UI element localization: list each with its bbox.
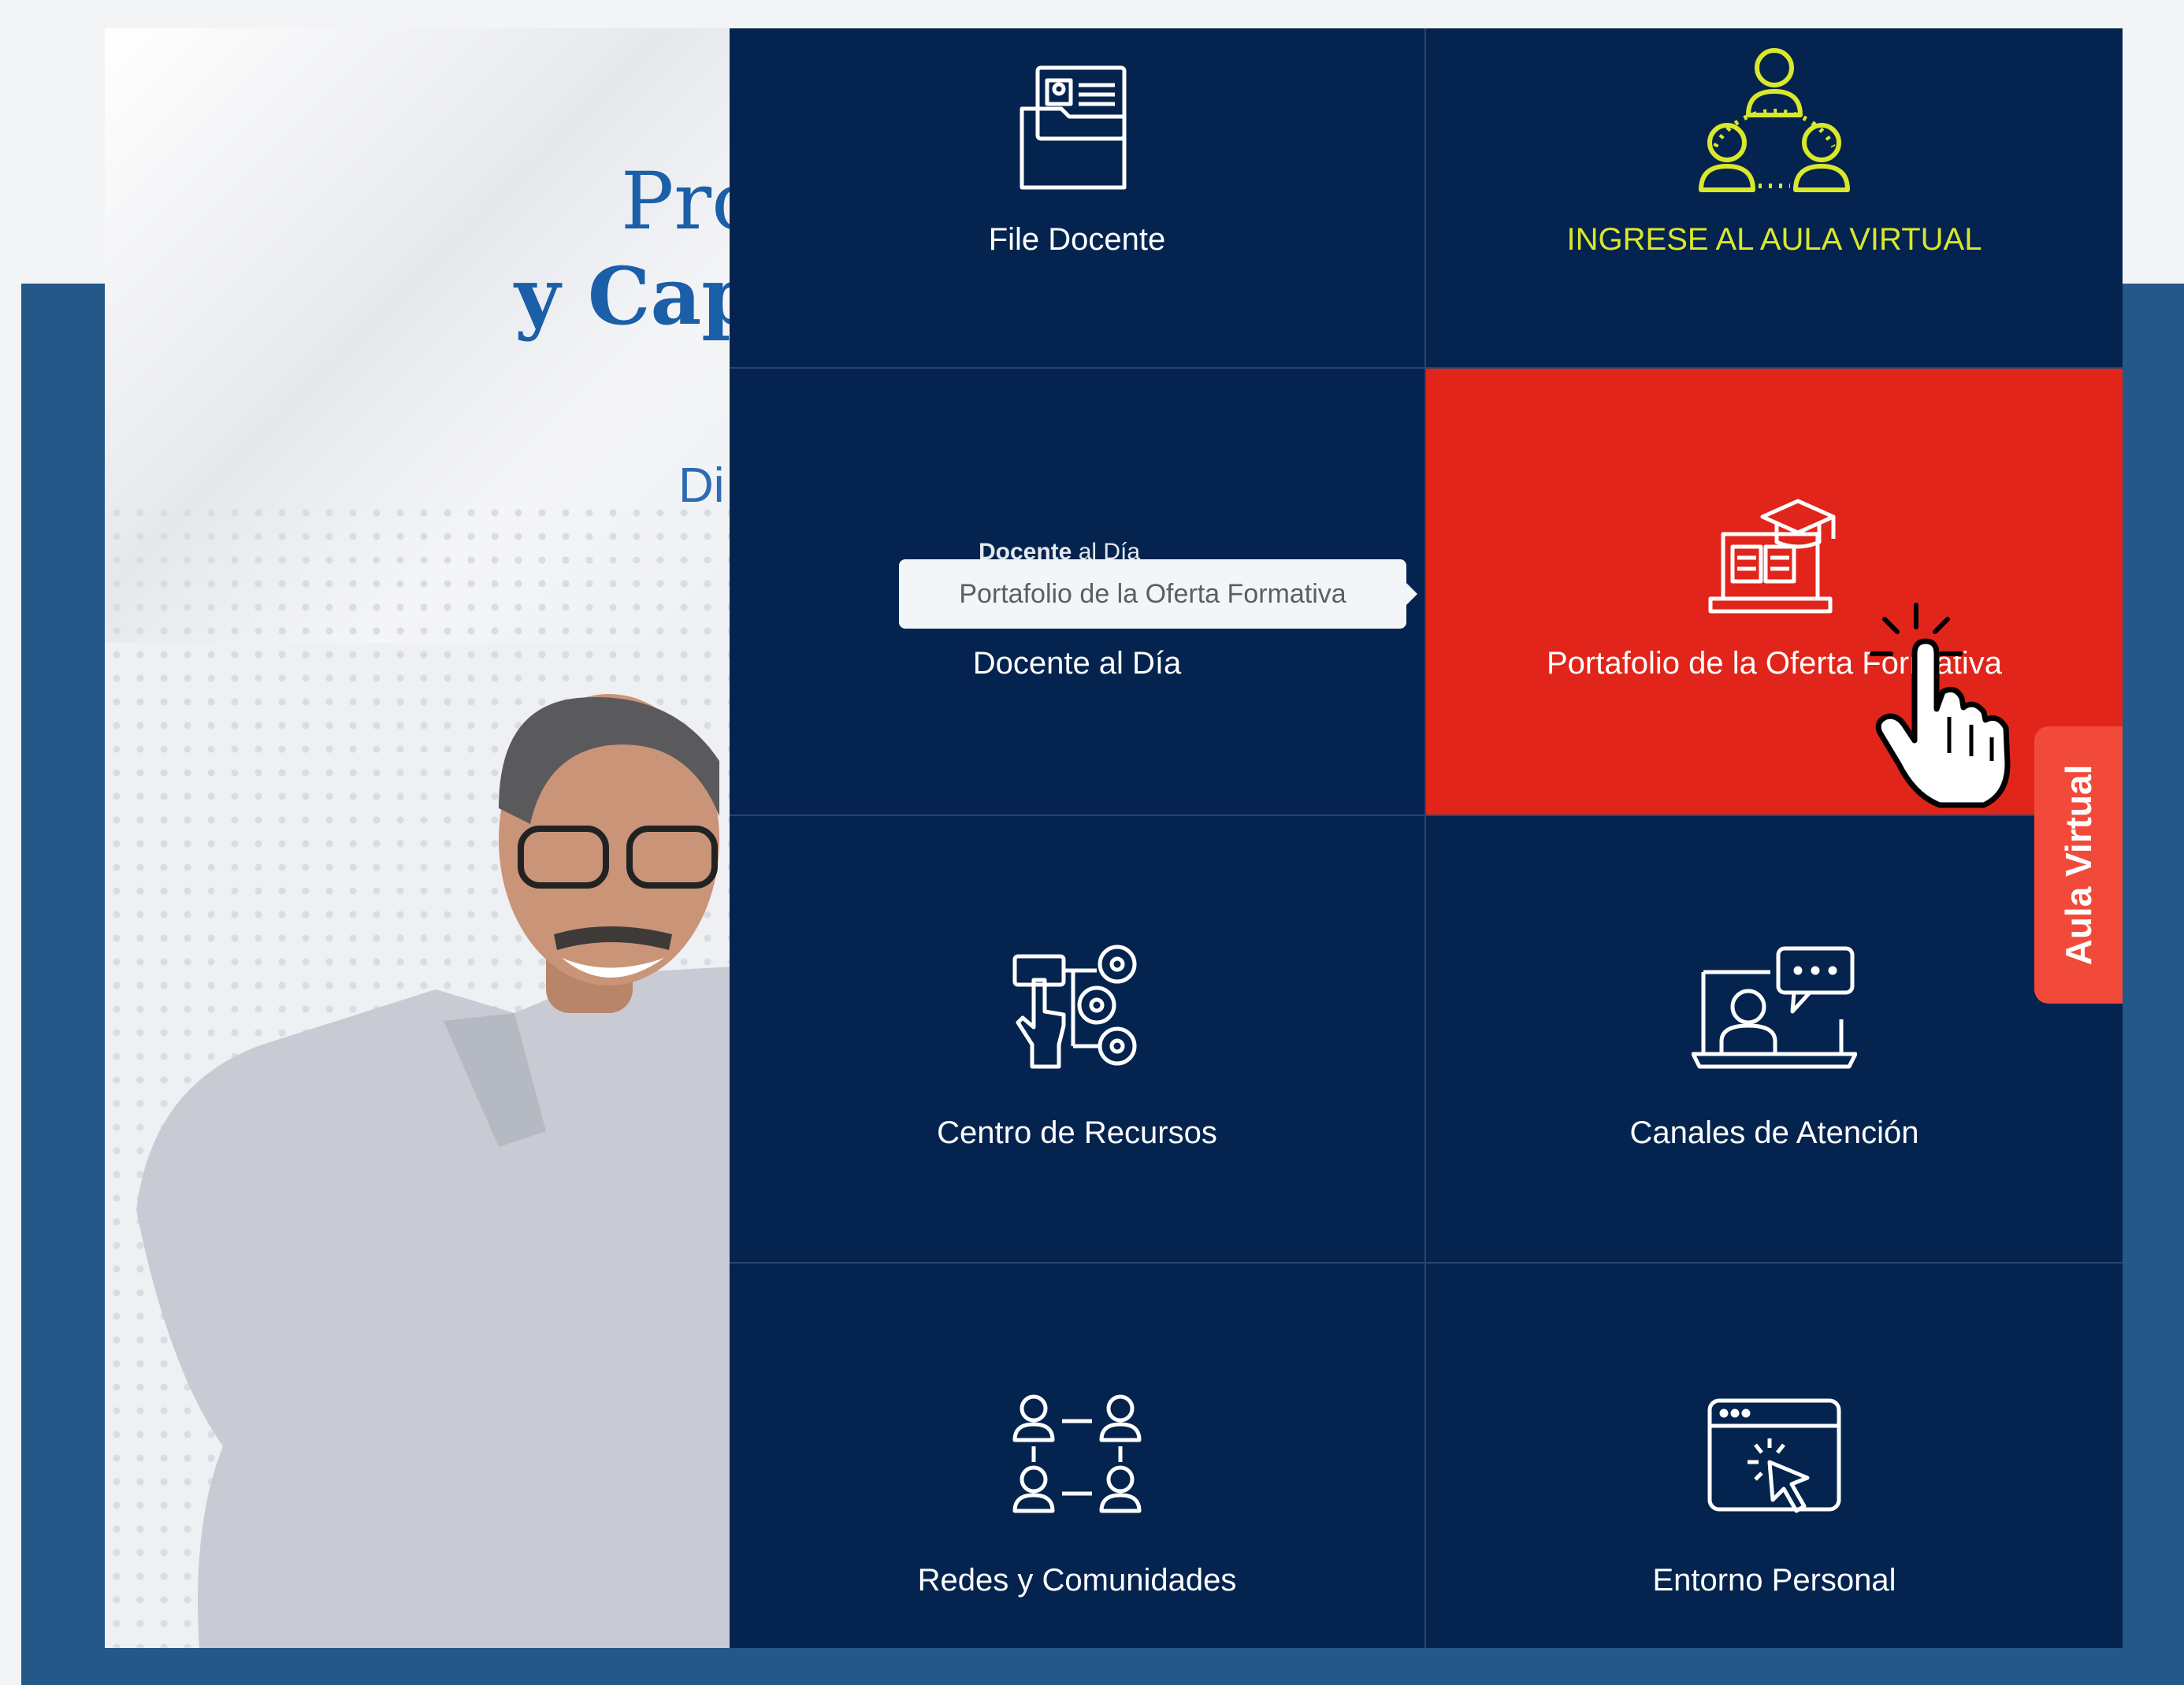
virtual-classroom-icon	[1699, 48, 1850, 192]
tooltip-text: Portafolio de la Oferta Formativa	[959, 578, 1346, 609]
tile-file-docente[interactable]: File Docente	[730, 28, 1426, 369]
tile-label: Redes y Comunidades	[917, 1563, 1237, 1598]
main-menu-grid: File Docente INGRESE AL AULA VIRTUAL Doc…	[730, 28, 2123, 1648]
tile-redes-y-comunidades[interactable]: Redes y Comunidades	[730, 1264, 1426, 1648]
teacher-photo	[136, 694, 746, 1648]
resource-center-icon	[1012, 945, 1137, 1069]
tile-centro-de-recursos[interactable]: Centro de Recursos	[730, 816, 1426, 1264]
laptop-graduation-icon	[1708, 499, 1836, 614]
browser-click-icon	[1707, 1398, 1841, 1513]
tile-canales-de-atencion[interactable]: Canales de Atención	[1426, 816, 2123, 1264]
hand-pointer-icon	[1870, 603, 2011, 808]
tile-aula-virtual[interactable]: INGRESE AL AULA VIRTUAL	[1426, 28, 2123, 369]
video-chat-icon	[1692, 946, 1857, 1069]
tile-label: File Docente	[988, 222, 1166, 257]
tile-label: Docente al Día	[972, 646, 1182, 681]
aula-virtual-side-tab[interactable]: Aula Virtual	[2034, 726, 2123, 1004]
tooltip-arrow	[1406, 583, 1417, 605]
network-people-icon	[1012, 1394, 1142, 1513]
tile-label: INGRESE AL AULA VIRTUAL	[1566, 222, 1982, 257]
hero-banner: Progr y Capac Di	[105, 28, 746, 1648]
file-folder-icon	[1020, 65, 1127, 190]
tooltip: Portafolio de la Oferta Formativa	[899, 559, 1417, 629]
tile-entorno-personal[interactable]: Entorno Personal	[1426, 1264, 2123, 1648]
tile-label: Entorno Personal	[1652, 1563, 1896, 1598]
tile-label: Centro de Recursos	[937, 1115, 1217, 1150]
aula-virtual-tab-label: Aula Virtual	[2058, 764, 2099, 966]
tile-label: Canales de Atención	[1629, 1115, 1919, 1150]
